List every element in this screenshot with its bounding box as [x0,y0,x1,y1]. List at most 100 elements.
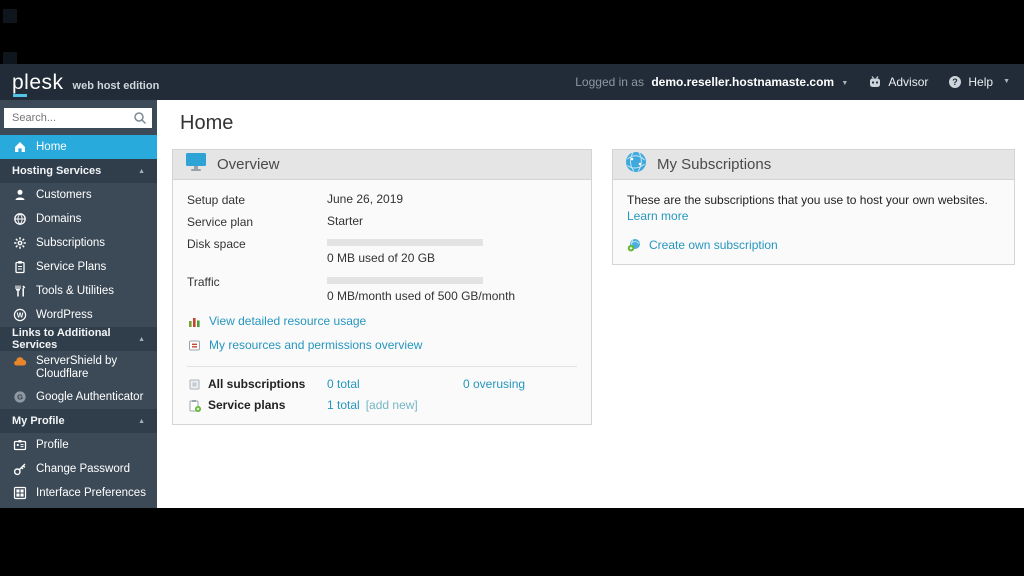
google-authenticator-icon: G [13,390,27,404]
chevron-up-icon: ▲ [138,167,145,175]
sidebar-section-additional-services[interactable]: Links to Additional Services ▲ [0,327,157,351]
all-subscriptions-total-link[interactable]: 0 total [327,377,360,391]
row-label: Disk space [187,237,246,251]
traffic-progress-bar [327,277,483,284]
sidebar-item-label: Tools & Utilities [36,285,114,297]
app-header: plesk web host edition Logged in as demo… [0,64,1024,100]
help-label: Help [968,75,994,89]
create-own-subscription-link[interactable]: Create own subscription [649,238,778,252]
search-icon[interactable] [133,111,147,130]
sidebar-section-hosting-services[interactable]: Hosting Services ▲ [0,159,157,183]
home-icon [13,140,27,154]
page-title: Home [180,112,234,134]
chevron-up-icon: ▲ [138,417,145,425]
plesk-logo[interactable]: plesk web host edition [12,70,160,97]
my-subscriptions-panel: My Subscriptions These are the subscript… [612,149,1015,265]
learn-more-link[interactable]: Learn more [627,209,688,223]
advisor-button[interactable]: Advisor [868,75,928,89]
sidebar-item-google-authenticator[interactable]: G Google Authenticator [0,385,157,409]
sidebar-item-label: Home [36,141,67,153]
sidebar-item-label: Change Password [36,463,130,475]
sidebar-item-interface-preferences[interactable]: Interface Preferences [0,481,157,505]
account-menu[interactable]: Logged in as demo.reseller.hostnamaste.c… [575,75,848,89]
view-resource-usage-link[interactable]: View detailed resource usage [209,314,366,328]
summary-row-all-subscriptions: All subscriptions 0 total 0 overusing [187,377,577,391]
row-label: Setup date [187,193,246,207]
sidebar-item-domains[interactable]: Domains [0,207,157,231]
video-letterbox-stage: plesk web host edition Logged in as demo… [0,0,1024,576]
help-icon: ? [948,75,962,89]
bar-chart-icon [187,314,201,328]
person-icon [13,188,27,202]
sidebar-item-wordpress[interactable]: W WordPress [0,303,157,327]
sidebar-item-label: Google Authenticator [36,391,144,403]
search-input[interactable] [4,108,152,128]
tools-icon [13,284,27,298]
overview-panel: Overview Setup date June 26, 2019 Servic… [172,149,592,425]
service-plans-icon [187,398,201,412]
chevron-down-icon: ▼ [1003,77,1010,85]
disk-space-usage-text: 0 MB used of 20 GB [327,251,436,265]
my-subscriptions-panel-title: My Subscriptions [657,156,772,173]
row-value: June 26, 2019 [327,192,404,206]
divider [187,366,577,367]
add-new-link[interactable]: [add new] [366,398,418,412]
chevron-up-icon: ▲ [138,335,145,343]
resources-list-icon [187,338,201,352]
sidebar-item-customers[interactable]: Customers [0,183,157,207]
sidebar-item-home[interactable]: Home [0,135,157,159]
letterbox-artifact [3,9,17,23]
sidebar-item-change-password[interactable]: Change Password [0,457,157,481]
overview-row-service-plan: Service plan Starter [187,214,577,230]
disk-space-progress-bar [327,239,483,246]
wordpress-icon: W [13,308,27,322]
monitor-icon [185,152,207,177]
section-label: Links to Additional Services [12,327,111,351]
sidebar-item-servershield[interactable]: ServerShield by Cloudflare [0,351,157,385]
account-name: demo.reseller.hostnamaste.com [651,75,835,89]
plesk-app-window: plesk web host edition Logged in as demo… [0,64,1024,508]
id-card-icon [13,438,27,452]
summary-label: Service plans [208,398,286,412]
resources-permissions-link[interactable]: My resources and permissions overview [209,338,422,352]
sidebar-item-label: WordPress [36,309,93,321]
sidebar-section-my-profile[interactable]: My Profile ▲ [0,409,157,433]
service-plans-total-link[interactable]: 1 total [327,398,360,412]
chevron-down-icon: ▼ [841,80,849,87]
sidebar-item-label: Domains [36,213,82,225]
svg-text:?: ? [953,77,959,87]
letterbox-bottom [0,508,1024,576]
section-label: My Profile [12,415,65,427]
row-value: Starter [327,214,364,228]
sidebar: Home Hosting Services ▲ Customers [0,100,157,508]
sidebar-item-tools-utilities[interactable]: Tools & Utilities [0,279,157,303]
help-menu[interactable]: ? Help ▼ [948,75,1010,89]
my-subscriptions-panel-header: My Subscriptions [613,150,1014,180]
summary-row-service-plans: Service plans 1 total [add new] [187,398,577,412]
sidebar-item-service-plans[interactable]: Service Plans [0,255,157,279]
sidebar-item-label: Profile [36,439,69,451]
advisor-label: Advisor [888,75,929,89]
svg-text:G: G [17,393,23,402]
traffic-usage-text: 0 MB/month used of 500 GB/month [327,289,516,303]
sidebar-item-label: Customers [36,189,92,201]
globe-plus-icon [627,238,641,252]
sidebar-item-subscriptions[interactable]: Subscriptions [0,231,157,255]
grid-icon [13,486,27,500]
summary-label: All subscriptions [208,377,306,391]
key-icon [13,462,27,476]
globe-sphere-icon [625,151,647,178]
overview-panel-title: Overview [217,156,280,173]
plesk-logo-text: plesk [12,70,64,97]
gear-icon [13,236,27,250]
section-label: Hosting Services [12,165,102,177]
overview-row-traffic: Traffic 0 MB/month used of 500 GB/month [187,274,577,304]
sidebar-item-label: ServerShield by Cloudflare [36,355,118,380]
sidebar-item-profile[interactable]: Profile [0,433,157,457]
overusing-link[interactable]: 0 overusing [463,377,525,391]
cloudflare-cloud-icon [13,355,27,369]
subscriptions-box-icon [187,377,201,391]
globe-icon [13,212,27,226]
edition-label: web host edition [72,79,160,92]
subscriptions-description: These are the subscriptions that you use… [627,193,988,207]
